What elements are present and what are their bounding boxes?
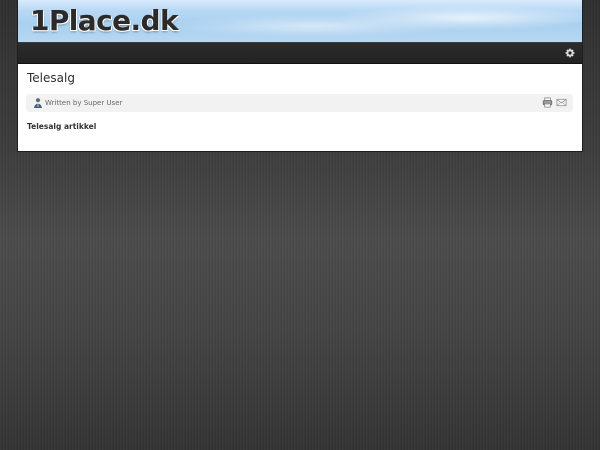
site-header: 1Place.dk	[18, 0, 582, 43]
author-meta: Written by Super User	[45, 99, 123, 107]
article-body: Telesalg artikkel	[27, 122, 97, 131]
email-icon[interactable]	[556, 97, 567, 108]
user-icon	[32, 97, 44, 109]
site-logo[interactable]: 1Place.dk	[30, 5, 179, 37]
top-toolbar	[18, 42, 582, 64]
site-frame: 1Place.dk Telesalg Written by Super User	[18, 0, 582, 151]
gear-icon[interactable]	[565, 48, 575, 58]
article-meta-bar: Written by Super User	[26, 94, 573, 112]
page-title: Telesalg	[27, 71, 75, 85]
article-content: Telesalg Written by Super User Telesalg …	[18, 63, 582, 151]
printer-icon[interactable]	[542, 97, 553, 108]
